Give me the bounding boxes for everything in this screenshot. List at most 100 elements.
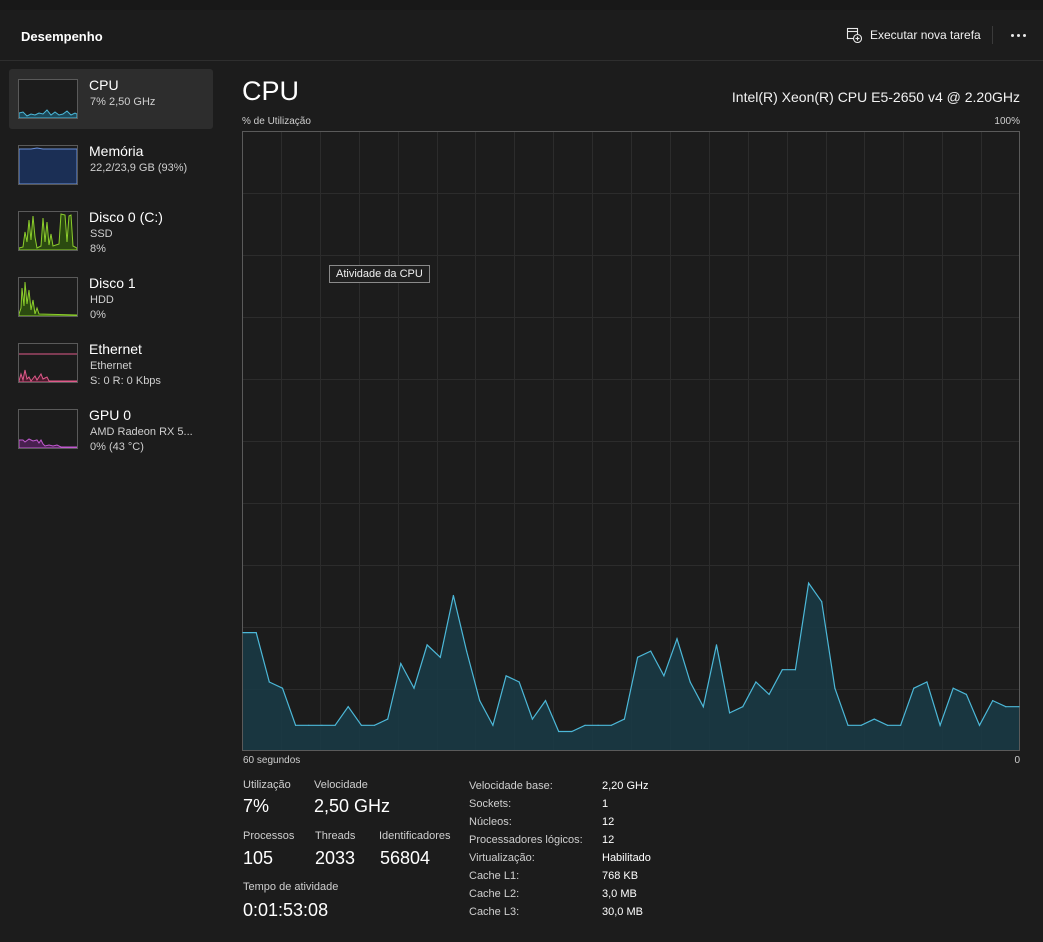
cpu-sample-point xyxy=(452,594,454,597)
sidebar-item-detail: AMD Radeon RX 5... xyxy=(90,426,193,438)
cpu-sample-point xyxy=(900,724,902,726)
cpu-sample-point xyxy=(426,644,428,646)
processes-label: Processos xyxy=(243,830,295,842)
sidebar-item-label: CPU xyxy=(89,77,119,93)
ellipsis-icon xyxy=(1010,33,1014,37)
cpu-sample-point xyxy=(992,700,994,702)
cpu-sample-point xyxy=(492,724,494,726)
spec-key: Velocidade base: xyxy=(469,780,553,792)
spec-row: Cache L3: 30,0 MB xyxy=(469,903,651,921)
sidebar-item-detail: 7% 2,50 GHz xyxy=(90,96,156,108)
spec-key: Sockets: xyxy=(469,798,512,810)
cpu-sample-point xyxy=(742,706,744,708)
cpu-sample-point xyxy=(676,638,678,640)
spec-value: 12 xyxy=(602,816,615,828)
cpu-utilization-graph[interactable] xyxy=(242,131,1020,751)
sidebar-item-cpu[interactable]: CPU 7% 2,50 GHz xyxy=(9,69,213,129)
y-max-label: 100% xyxy=(994,116,1020,127)
cpu-sample-point xyxy=(873,718,875,720)
cpu-sample-point xyxy=(518,681,520,683)
cpu-sample-point xyxy=(623,718,625,720)
spec-row: Processadores lógicos: 12 xyxy=(469,831,651,849)
cpu-sample-point xyxy=(321,724,323,726)
spec-value: 3,0 MB xyxy=(602,888,637,900)
cpu-sample-point xyxy=(373,724,376,726)
header-bar: Desempenho Executar nova tarefa xyxy=(0,10,1043,61)
handles-value: 56804 xyxy=(380,848,431,868)
gpu-0-mini-graph xyxy=(18,409,78,449)
spec-row: Virtualização: Habilitado xyxy=(469,849,651,867)
cpu-sample-point xyxy=(610,724,612,726)
sidebar-item-detail: Ethernet xyxy=(90,360,132,372)
run-new-task-button[interactable]: Executar nova tarefa xyxy=(840,22,987,48)
sidebar-item-detail-2: 0% xyxy=(90,309,106,321)
cpu-sample-point xyxy=(597,724,599,726)
spec-key: Virtualização: xyxy=(469,852,535,864)
header-divider xyxy=(992,26,993,44)
cpu-sample-point xyxy=(637,656,639,658)
cpu-sample-point xyxy=(413,687,415,689)
cpu-sample-point xyxy=(781,669,783,671)
spec-value: Habilitado xyxy=(602,852,651,864)
cpu-sample-point xyxy=(308,724,310,726)
spec-key: Cache L1: xyxy=(469,870,520,882)
sidebar-item-gpu-0[interactable]: GPU 0 AMD Radeon RX 5... 0% (43 °C) xyxy=(9,399,213,459)
sidebar-item-detail-2: 0% (43 °C) xyxy=(90,441,144,453)
cpu-sample-point xyxy=(400,662,402,665)
cpu-sample-point xyxy=(255,632,257,634)
cpu-activity-tooltip: Atividade da CPU xyxy=(329,265,430,283)
cpu-sample-point xyxy=(387,718,389,720)
disk-0-mini-graph xyxy=(18,211,78,251)
cpu-sample-point xyxy=(886,724,889,726)
cpu-sample-point xyxy=(952,687,954,689)
threads-label: Threads xyxy=(315,830,356,842)
spec-row: Cache L1: 768 KB xyxy=(469,867,651,885)
uptime-label: Tempo de atividade xyxy=(243,881,339,893)
utilization-value: 7% xyxy=(243,796,270,816)
cpu-sample-point xyxy=(295,724,297,726)
cpu-sample-point xyxy=(1018,706,1020,708)
cpu-sample-point xyxy=(834,687,836,689)
sidebar-item-label: Disco 1 xyxy=(89,275,136,291)
sidebar-item-disk-1[interactable]: Disco 1 HDD 0% xyxy=(9,267,213,327)
spec-value: 2,20 GHz xyxy=(602,780,649,792)
cpu-sample-point xyxy=(334,724,336,726)
cpu-sample-point xyxy=(689,681,691,683)
sidebar-item-disk-0[interactable]: Disco 0 (C:) SSD 8% xyxy=(9,201,213,261)
spec-row: Núcleos: 12 xyxy=(469,813,651,831)
cpu-sample-point xyxy=(926,681,928,683)
disk-1-mini-graph xyxy=(18,277,78,317)
sidebar-item-label: Ethernet xyxy=(89,341,142,357)
sidebar-item-ethernet[interactable]: Ethernet Ethernet S: 0 R: 0 Kbps xyxy=(9,333,213,393)
sidebar-item-detail-2: S: 0 R: 0 Kbps xyxy=(90,375,161,387)
cpu-sample-point xyxy=(505,675,507,677)
uptime-value: 0:01:53:08 xyxy=(243,900,329,920)
run-task-icon xyxy=(846,27,862,43)
x-axis-end-label: 0 xyxy=(1014,755,1020,766)
sidebar-item-detail: 22,2/23,9 GB (93%) xyxy=(90,162,188,174)
cpu-sample-point xyxy=(729,712,731,714)
x-axis-start-label: 60 segundos xyxy=(243,755,301,766)
cpu-sample-point xyxy=(242,632,244,634)
threads-value: 2033 xyxy=(315,848,356,868)
spec-value: 1 xyxy=(602,798,609,810)
utilization-label: Utilização xyxy=(243,779,291,791)
task-manager-window: Desempenho Executar nova tarefa CPU 7% 2… xyxy=(0,10,1043,942)
cpu-sample-point xyxy=(939,724,941,726)
cpu-sample-point xyxy=(347,706,349,708)
spec-value: 768 KB xyxy=(602,870,639,882)
more-options-button[interactable] xyxy=(1003,22,1033,48)
cpu-sample-point xyxy=(531,718,533,720)
cpu-sample-point xyxy=(466,650,468,652)
spec-value: 30,0 MB xyxy=(602,906,643,918)
cpu-spec-table: Velocidade base: 2,20 GHz Sockets: 1 Núcle… xyxy=(469,777,651,921)
spec-key: Processadores lógicos: xyxy=(469,834,583,846)
cpu-sample-point xyxy=(1005,706,1007,708)
sidebar-item-detail-2: 8% xyxy=(90,243,106,255)
memory-mini-graph xyxy=(18,145,78,185)
sidebar-item-label: GPU 0 xyxy=(89,407,132,423)
cpu-sample-point xyxy=(821,601,823,603)
sidebar-item-memory[interactable]: Memória 22,2/23,9 GB (93%) xyxy=(9,135,213,195)
ethernet-mini-graph xyxy=(18,343,78,383)
cpu-sample-point xyxy=(794,669,797,671)
